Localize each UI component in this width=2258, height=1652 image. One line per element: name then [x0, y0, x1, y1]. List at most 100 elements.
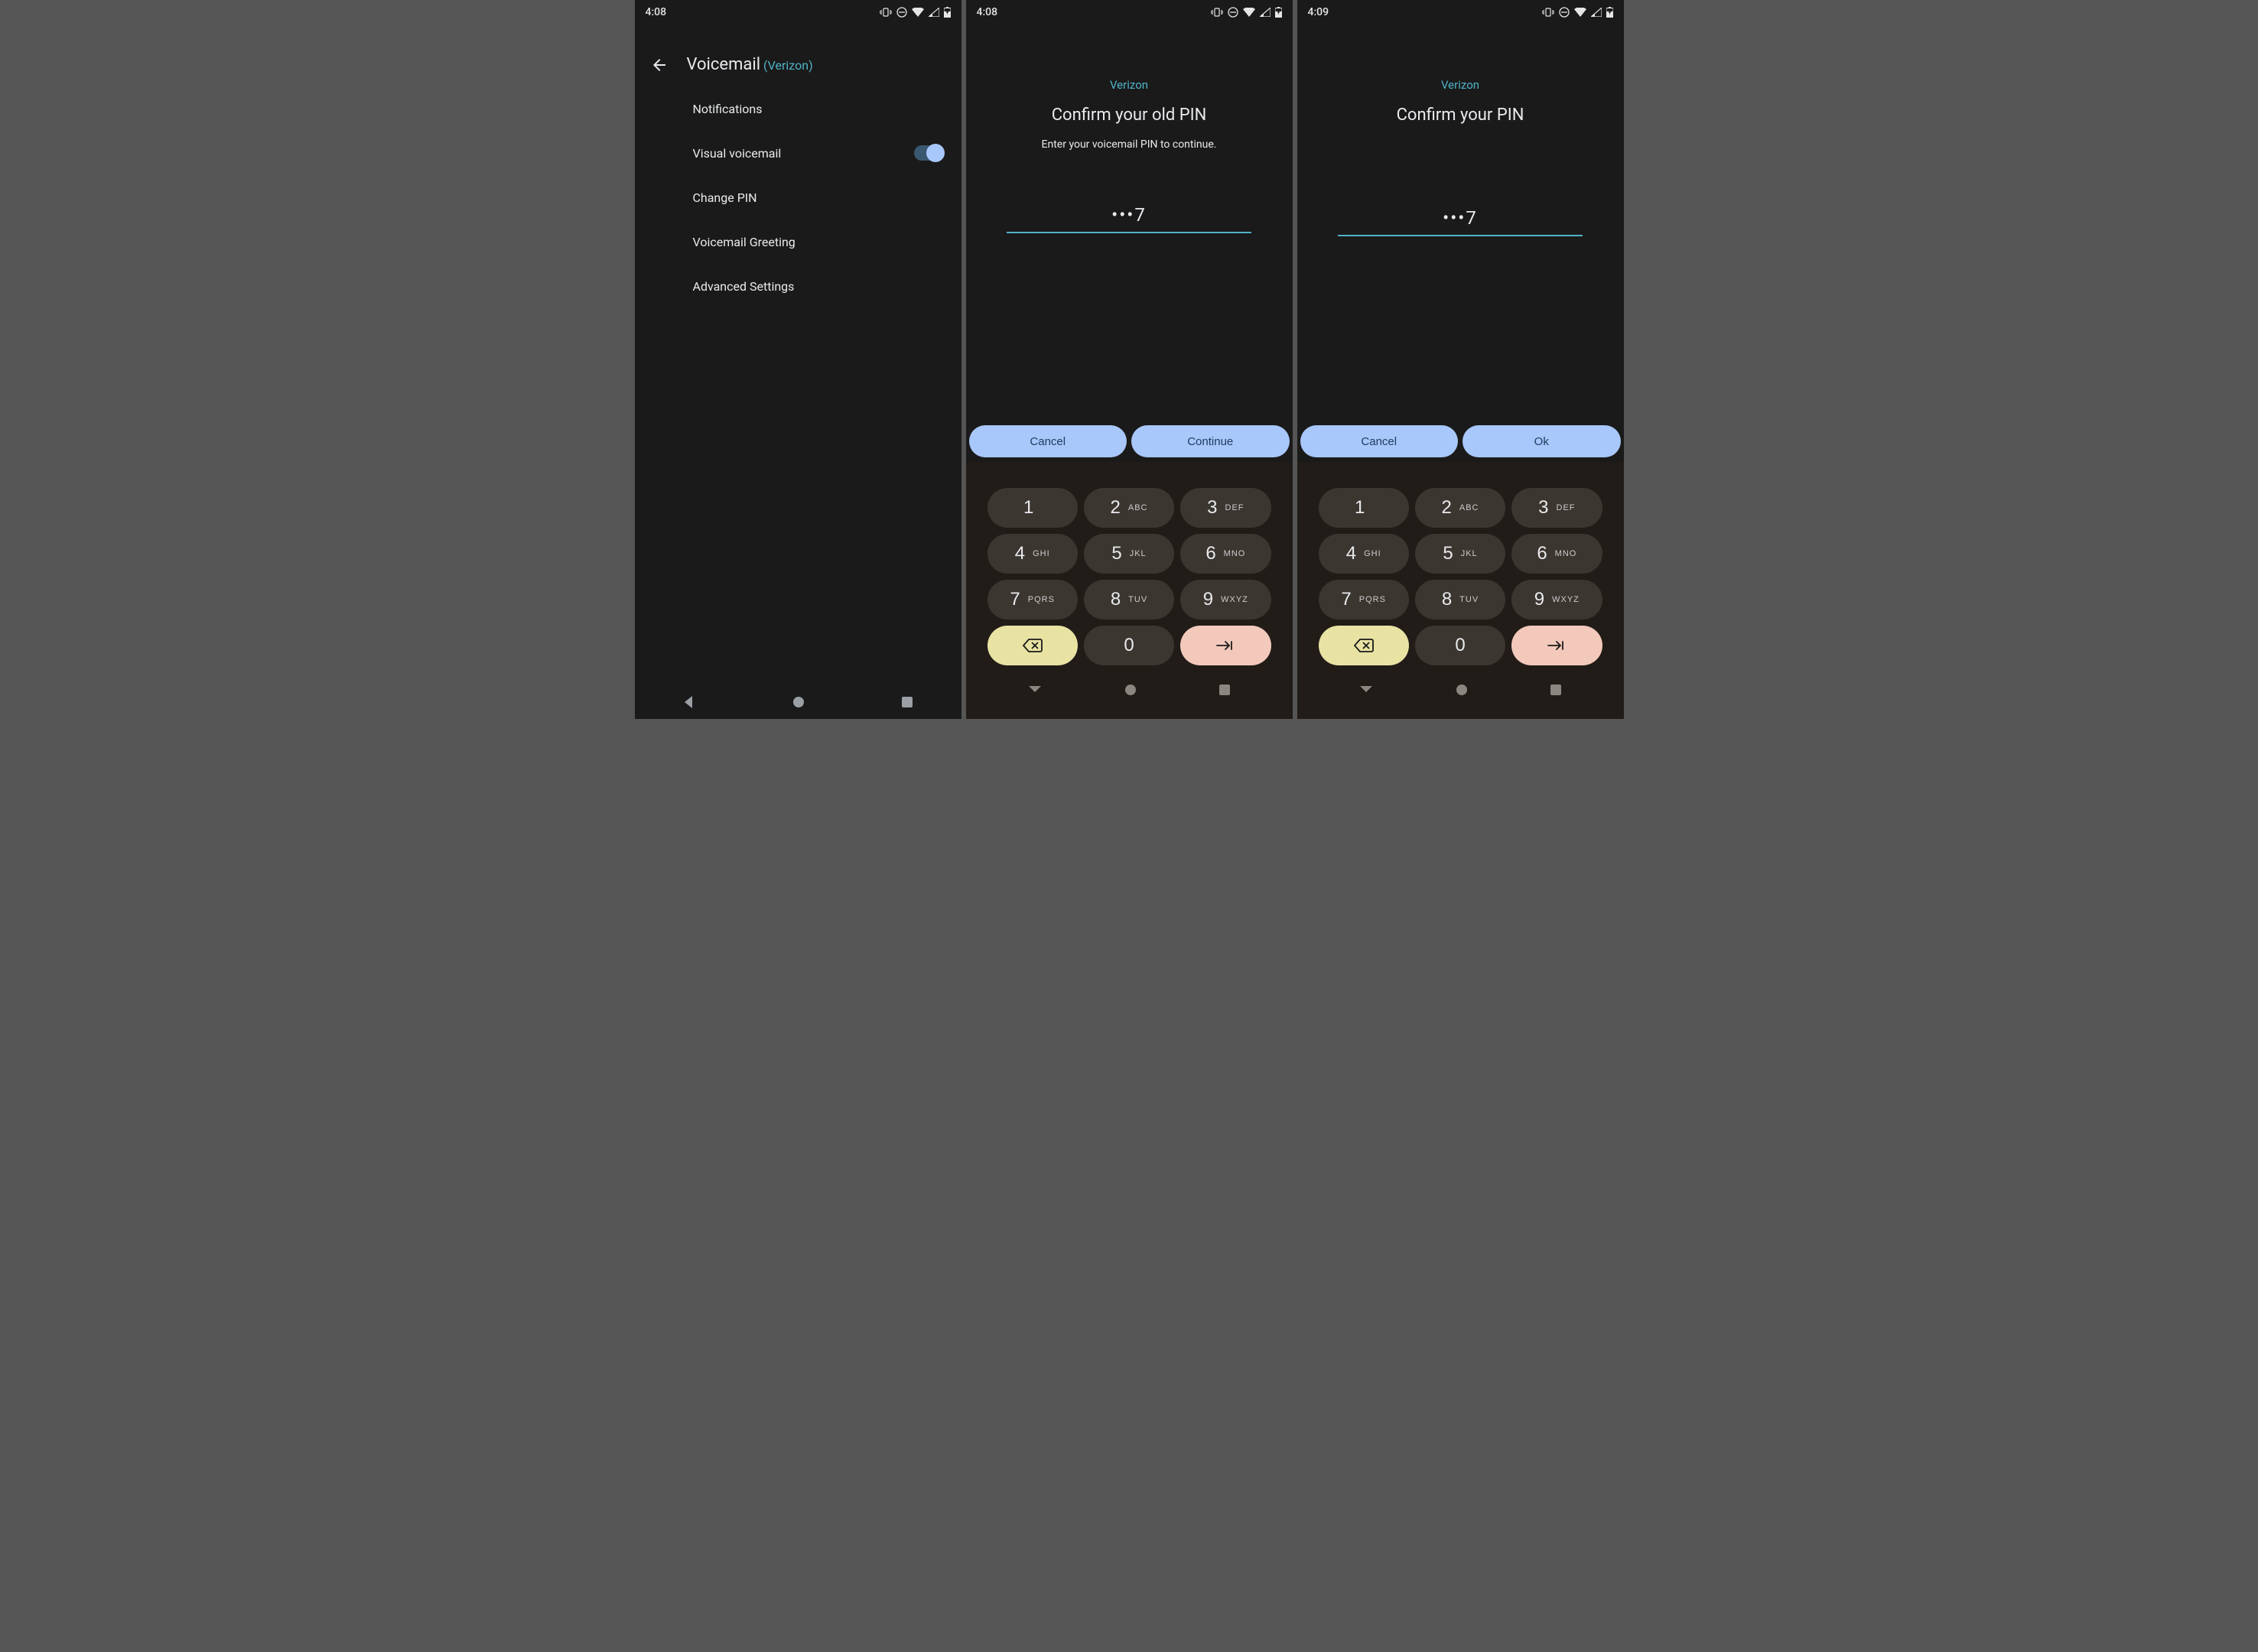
action-buttons: Cancel Continue — [966, 425, 1293, 457]
cancel-button[interactable]: Cancel — [969, 425, 1127, 457]
android-nav-bar — [1319, 673, 1602, 707]
wifi-icon — [1574, 8, 1586, 17]
key-3[interactable]: 3DEF — [1511, 488, 1602, 528]
key-4[interactable]: 4GHI — [1319, 534, 1409, 574]
nav-home-icon[interactable] — [1455, 683, 1469, 697]
enter-icon — [1215, 640, 1235, 651]
status-icons — [1211, 7, 1282, 18]
ok-button[interactable]: Ok — [1462, 425, 1621, 457]
nav-recents-icon[interactable] — [900, 695, 914, 709]
vibrate-icon — [1211, 8, 1223, 17]
numeric-keypad: 1 2ABC 3DEF 4GHI 5JKL 6MNO 7PQRS 8TUV 9W… — [1297, 462, 1624, 719]
signal-icon — [1260, 8, 1271, 17]
backspace-icon — [1354, 639, 1374, 652]
nav-recents-icon[interactable] — [1218, 684, 1231, 696]
key-6[interactable]: 6MNO — [1180, 534, 1271, 574]
status-bar: 4:09 — [1297, 0, 1624, 24]
carrier-label: (Verizon) — [763, 58, 813, 73]
key-7[interactable]: 7PQRS — [987, 580, 1078, 620]
dnd-icon — [1559, 7, 1570, 18]
nav-home-icon[interactable] — [791, 694, 806, 710]
key-9[interactable]: 9WXYZ — [1511, 580, 1602, 620]
nav-back-icon[interactable] — [682, 694, 697, 710]
status-icons — [1542, 7, 1613, 18]
vibrate-icon — [880, 8, 892, 17]
wifi-icon — [912, 8, 924, 17]
key-enter[interactable] — [1180, 626, 1271, 665]
settings-item-change-pin[interactable]: Change PIN — [693, 175, 961, 220]
settings-item-label: Notifications — [693, 102, 763, 116]
wifi-icon — [1243, 8, 1255, 17]
pin-input[interactable]: •••7 — [1338, 207, 1583, 236]
status-time: 4:09 — [1308, 6, 1329, 18]
key-1[interactable]: 1 — [1319, 488, 1409, 528]
key-8[interactable]: 8TUV — [1415, 580, 1505, 620]
android-nav-bar — [635, 685, 961, 719]
screen-confirm-old-pin: 4:08 Verizon Confirm your old PIN Enter … — [966, 0, 1293, 719]
carrier-label: Verizon — [1110, 78, 1148, 92]
continue-button[interactable]: Continue — [1131, 425, 1290, 457]
key-1[interactable]: 1 — [987, 488, 1078, 528]
settings-item-greeting[interactable]: Voicemail Greeting — [693, 220, 961, 264]
battery-icon — [1275, 7, 1282, 18]
key-5[interactable]: 5JKL — [1415, 534, 1505, 574]
screen-confirm-pin: 4:09 Verizon Confirm your PIN •••7 Cance… — [1297, 0, 1624, 719]
settings-item-visual-voicemail[interactable]: Visual voicemail — [693, 131, 961, 175]
action-buttons: Cancel Ok — [1297, 425, 1624, 457]
status-icons — [880, 7, 951, 18]
settings-list: Notifications Visual voicemail Change PI… — [635, 86, 961, 308]
key-backspace[interactable] — [987, 626, 1078, 665]
nav-home-icon[interactable] — [1124, 683, 1137, 697]
key-4[interactable]: 4GHI — [987, 534, 1078, 574]
dnd-icon — [1228, 7, 1238, 18]
pin-subtitle: Enter your voicemail PIN to continue. — [1042, 138, 1217, 151]
key-8[interactable]: 8TUV — [1084, 580, 1174, 620]
status-time: 4:08 — [977, 6, 998, 18]
carrier-label: Verizon — [1441, 78, 1479, 92]
back-arrow-icon[interactable] — [650, 56, 669, 74]
page-title: Voicemail — [687, 55, 761, 74]
status-time: 4:08 — [646, 6, 667, 18]
settings-item-label: Visual voicemail — [693, 146, 782, 161]
key-6[interactable]: 6MNO — [1511, 534, 1602, 574]
status-bar: 4:08 — [635, 0, 961, 24]
key-2[interactable]: 2ABC — [1415, 488, 1505, 528]
pin-title: Confirm your PIN — [1397, 106, 1524, 125]
nav-hide-keyboard-icon[interactable] — [1027, 685, 1043, 695]
settings-item-label: Voicemail Greeting — [693, 235, 796, 249]
key-0[interactable]: 0 — [1084, 626, 1174, 665]
vibrate-icon — [1542, 8, 1554, 17]
pin-entry-area: Verizon Confirm your PIN •••7 — [1297, 24, 1624, 425]
key-2[interactable]: 2ABC — [1084, 488, 1174, 528]
battery-icon — [944, 7, 951, 18]
settings-item-label: Change PIN — [693, 190, 757, 205]
signal-icon — [929, 8, 939, 17]
enter-icon — [1547, 640, 1567, 651]
key-9[interactable]: 9WXYZ — [1180, 580, 1271, 620]
pin-input[interactable]: •••7 — [1007, 204, 1251, 233]
nav-hide-keyboard-icon[interactable] — [1358, 685, 1374, 695]
nav-recents-icon[interactable] — [1550, 684, 1562, 696]
key-backspace[interactable] — [1319, 626, 1409, 665]
key-5[interactable]: 5JKL — [1084, 534, 1174, 574]
visual-voicemail-toggle[interactable] — [914, 145, 943, 161]
settings-item-label: Advanced Settings — [693, 279, 795, 294]
pin-title: Confirm your old PIN — [1052, 106, 1207, 125]
settings-title-wrap: Voicemail (Verizon) — [687, 55, 813, 74]
status-bar: 4:08 — [966, 0, 1293, 24]
key-3[interactable]: 3DEF — [1180, 488, 1271, 528]
key-7[interactable]: 7PQRS — [1319, 580, 1409, 620]
android-nav-bar — [987, 673, 1271, 707]
key-enter[interactable] — [1511, 626, 1602, 665]
settings-item-advanced[interactable]: Advanced Settings — [693, 264, 961, 308]
settings-header: Voicemail (Verizon) — [635, 24, 961, 86]
screen-voicemail-settings: 4:08 Voicemail (Verizon) Notifications V… — [635, 0, 961, 719]
cancel-button[interactable]: Cancel — [1300, 425, 1459, 457]
settings-item-notifications[interactable]: Notifications — [693, 86, 961, 131]
dnd-icon — [896, 7, 907, 18]
backspace-icon — [1023, 639, 1043, 652]
key-0[interactable]: 0 — [1415, 626, 1505, 665]
battery-icon — [1606, 7, 1613, 18]
numeric-keypad: 1 2ABC 3DEF 4GHI 5JKL 6MNO 7PQRS 8TUV 9W… — [966, 462, 1293, 719]
pin-entry-area: Verizon Confirm your old PIN Enter your … — [966, 24, 1293, 425]
